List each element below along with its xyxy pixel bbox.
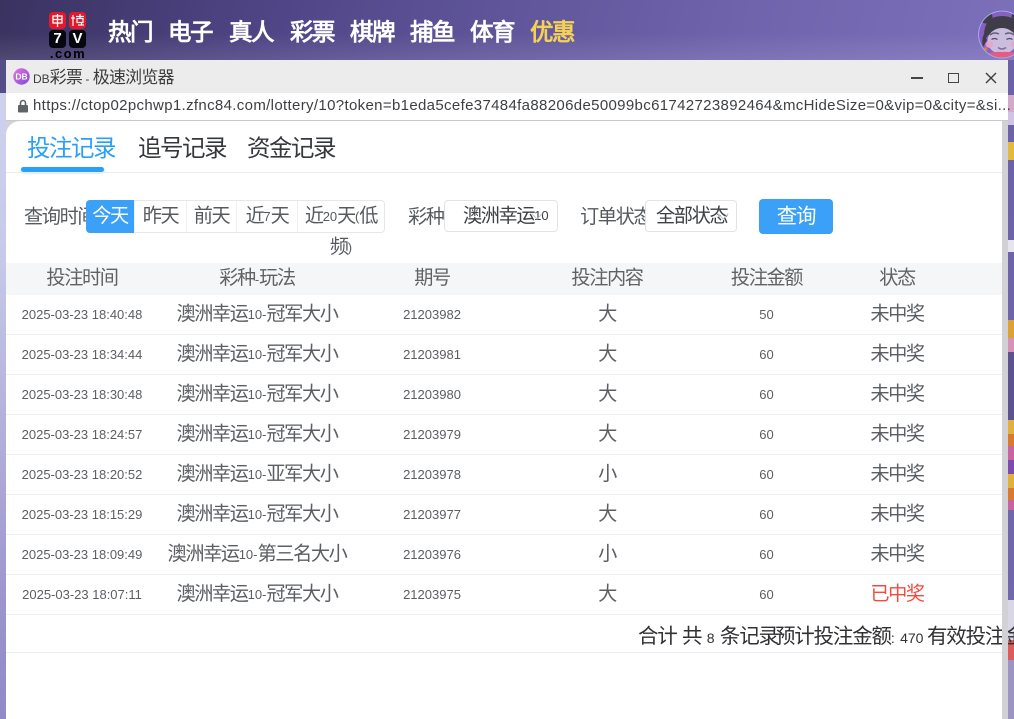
svg-text:DB: DB [15,72,27,82]
